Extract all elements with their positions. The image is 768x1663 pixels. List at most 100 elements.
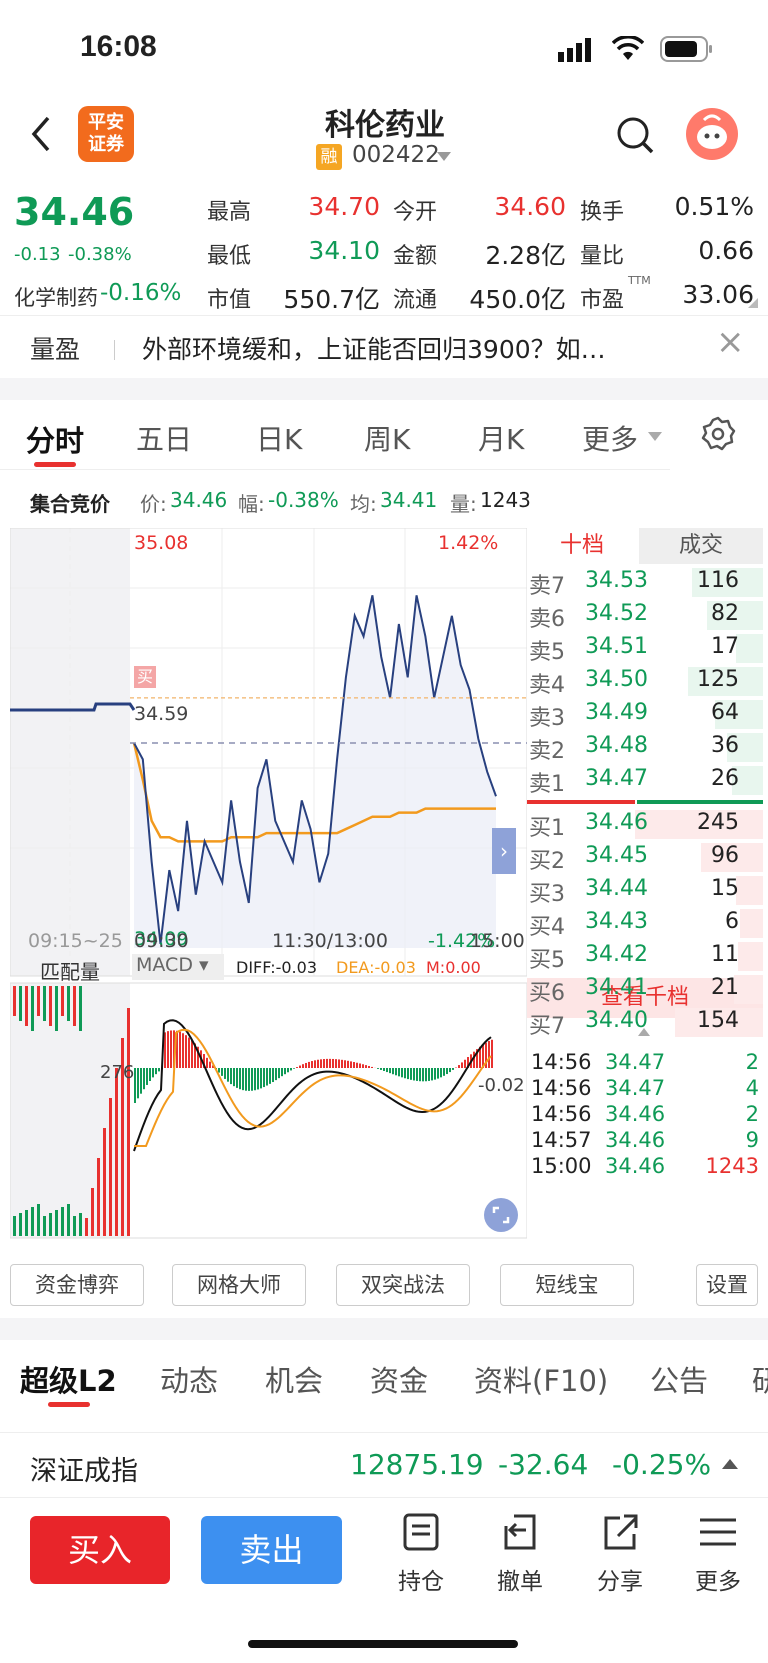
expand-corner-icon[interactable] — [748, 298, 758, 308]
match-volume-bar — [79, 986, 82, 1031]
tab-intraday[interactable]: 分时 — [26, 418, 84, 460]
indicator-select[interactable]: MACD ▾ — [132, 954, 224, 980]
short-term-button[interactable]: 短线宝 — [500, 1264, 634, 1306]
macd-histogram-bar — [308, 1061, 310, 1068]
ask-row[interactable]: 卖5 34.51 17 — [527, 632, 763, 665]
cancel-order-button[interactable]: 撤单 — [490, 1512, 550, 1596]
tab-super-l2[interactable]: 超级L2 — [20, 1358, 117, 1400]
info-tabs: 超级L2 动态 机会 资金 资料(F10) 公告 研 — [0, 1340, 768, 1410]
tool-buttons: 资金博弈 网格大师 双突战法 短线宝 设置 — [0, 1262, 768, 1312]
tab-week-k[interactable]: 周K — [364, 418, 410, 458]
book-tab-trades[interactable]: 成交 — [639, 528, 763, 564]
ask-row[interactable]: 卖4 34.50 125 — [527, 665, 763, 698]
level-label: 买6 — [529, 981, 565, 1006]
ask-row[interactable]: 卖2 34.48 36 — [527, 731, 763, 764]
capital-game-button[interactable]: 资金博弈 — [10, 1264, 144, 1306]
tools-settings-button[interactable]: 设置 — [696, 1264, 758, 1306]
fullscreen-icon[interactable] — [484, 1198, 518, 1232]
macd-histogram-bar — [350, 1061, 352, 1068]
macd-histogram-bar — [341, 1059, 343, 1068]
macd-histogram-bar — [464, 1059, 466, 1068]
level-price: 34.42 — [585, 942, 648, 967]
sector-pct[interactable]: -0.16% — [100, 280, 181, 306]
qb-price-label: 价: — [140, 492, 167, 516]
macd-histogram-bar — [416, 1068, 418, 1081]
amount-value: 2.28亿 — [485, 241, 566, 270]
tab-announcement[interactable]: 公告 — [650, 1358, 708, 1400]
bid-row[interactable]: 买7 34.40 154 — [527, 1006, 763, 1039]
macd-histogram-bar — [269, 1068, 271, 1084]
macd-histogram-bar — [206, 1057, 208, 1068]
assistant-avatar-icon[interactable] — [686, 108, 738, 160]
search-icon[interactable] — [616, 116, 654, 158]
stock-code[interactable]: 002422 — [352, 142, 440, 168]
bid-row[interactable]: 买1 34.46 245 — [527, 808, 763, 841]
bid-row[interactable]: 买2 34.45 96 — [527, 841, 763, 874]
bid-row[interactable]: 买6 34.41 21 — [527, 973, 763, 1006]
expand-up-icon[interactable] — [722, 1459, 738, 1469]
tab-funds[interactable]: 资金 — [370, 1358, 428, 1400]
tab-research[interactable]: 研 — [752, 1358, 768, 1400]
expand-arrow-icon[interactable]: › — [492, 828, 516, 874]
macd-histogram-bar — [137, 1068, 139, 1099]
match-volume-bar — [115, 1068, 118, 1236]
ask-row[interactable]: 卖7 34.53 116 — [527, 566, 763, 599]
ask-row[interactable]: 卖1 34.47 26 — [527, 764, 763, 797]
turnover-label: 换手 — [580, 200, 625, 225]
ask-row[interactable]: 卖6 34.52 82 — [527, 599, 763, 632]
intraday-chart[interactable]: 35.08 1.42% 34.09 -1.42% 34.59 买 09:15~2… — [9, 527, 528, 1258]
macd-histogram-bar — [401, 1068, 403, 1078]
high-label: 最高 — [207, 200, 252, 225]
tab-news[interactable]: 动态 — [160, 1358, 218, 1400]
settings-gear-icon[interactable] — [700, 416, 736, 456]
home-indicator — [248, 1640, 518, 1648]
trade-time: 14:56 — [531, 1076, 592, 1100]
tab-f10[interactable]: 资料(F10) — [474, 1358, 608, 1400]
macd-histogram-bar — [344, 1060, 346, 1068]
match-volume-bar — [67, 1204, 70, 1236]
ask-row[interactable]: 卖3 34.49 64 — [527, 698, 763, 731]
macd-histogram-bar — [362, 1064, 364, 1068]
macd-histogram-bar — [383, 1068, 385, 1071]
level-label: 卖4 — [529, 673, 565, 698]
bid-row[interactable]: 买5 34.42 11 — [527, 940, 763, 973]
tab-month-k[interactable]: 月K — [478, 418, 524, 458]
back-icon[interactable] — [28, 114, 54, 158]
spread-divider — [527, 800, 763, 804]
holdings-button[interactable]: 持仓 — [391, 1512, 451, 1596]
share-button[interactable]: 分享 — [590, 1512, 650, 1596]
trade-volume: 2 — [745, 1050, 759, 1074]
more-button[interactable]: 更多 — [688, 1512, 748, 1596]
tab-day-k[interactable]: 日K — [256, 418, 302, 458]
bid-row[interactable]: 买3 34.44 15 — [527, 874, 763, 907]
match-volume-bar — [25, 1210, 28, 1236]
code-dropdown-icon[interactable] — [437, 152, 451, 161]
news-text[interactable]: 外部环境缓和，上证能否回归3900？如… — [142, 330, 606, 366]
match-volume-bar — [67, 986, 70, 1021]
news-ticker[interactable]: 量盈 外部环境缓和，上证能否回归3900？如… × — [0, 318, 768, 378]
turnover-value: 0.51% — [674, 192, 754, 221]
tab-opportunity[interactable]: 机会 — [265, 1358, 323, 1400]
macd-histogram-bar — [443, 1068, 445, 1076]
book-tab-ten[interactable]: 十档 — [527, 528, 637, 564]
auction-quote-bar: 集合竞价 价: 34.46 幅: -0.38% 均: 34.41 量: 1243 — [0, 478, 768, 522]
share-label: 分享 — [597, 1569, 643, 1595]
breakout-button[interactable]: 双突战法 — [336, 1264, 470, 1306]
grid-master-button[interactable]: 网格大师 — [172, 1264, 306, 1306]
tab-more[interactable]: 更多 — [582, 418, 638, 458]
macd-histogram-bar — [287, 1068, 289, 1073]
bid-row[interactable]: 买4 34.43 6 — [527, 907, 763, 940]
index-ticker[interactable]: 深证成指 12875.19 -32.64 -0.25% — [0, 1432, 768, 1498]
sell-button[interactable]: 卖出 — [201, 1516, 342, 1584]
level-volume: 17 — [711, 634, 739, 659]
buy-button[interactable]: 买入 — [30, 1516, 170, 1584]
sector-name[interactable]: 化学制药 — [14, 282, 98, 312]
tab-five-day[interactable]: 五日 — [136, 418, 192, 458]
level-volume: 245 — [697, 810, 739, 835]
x-label-close: 15:00 — [470, 930, 525, 952]
indicator-select-label: MACD — [136, 954, 193, 976]
macd-histogram-bar — [395, 1068, 397, 1076]
macd-histogram-bar — [239, 1068, 241, 1090]
close-icon[interactable]: × — [716, 322, 745, 362]
macd-histogram-bar — [329, 1058, 331, 1068]
